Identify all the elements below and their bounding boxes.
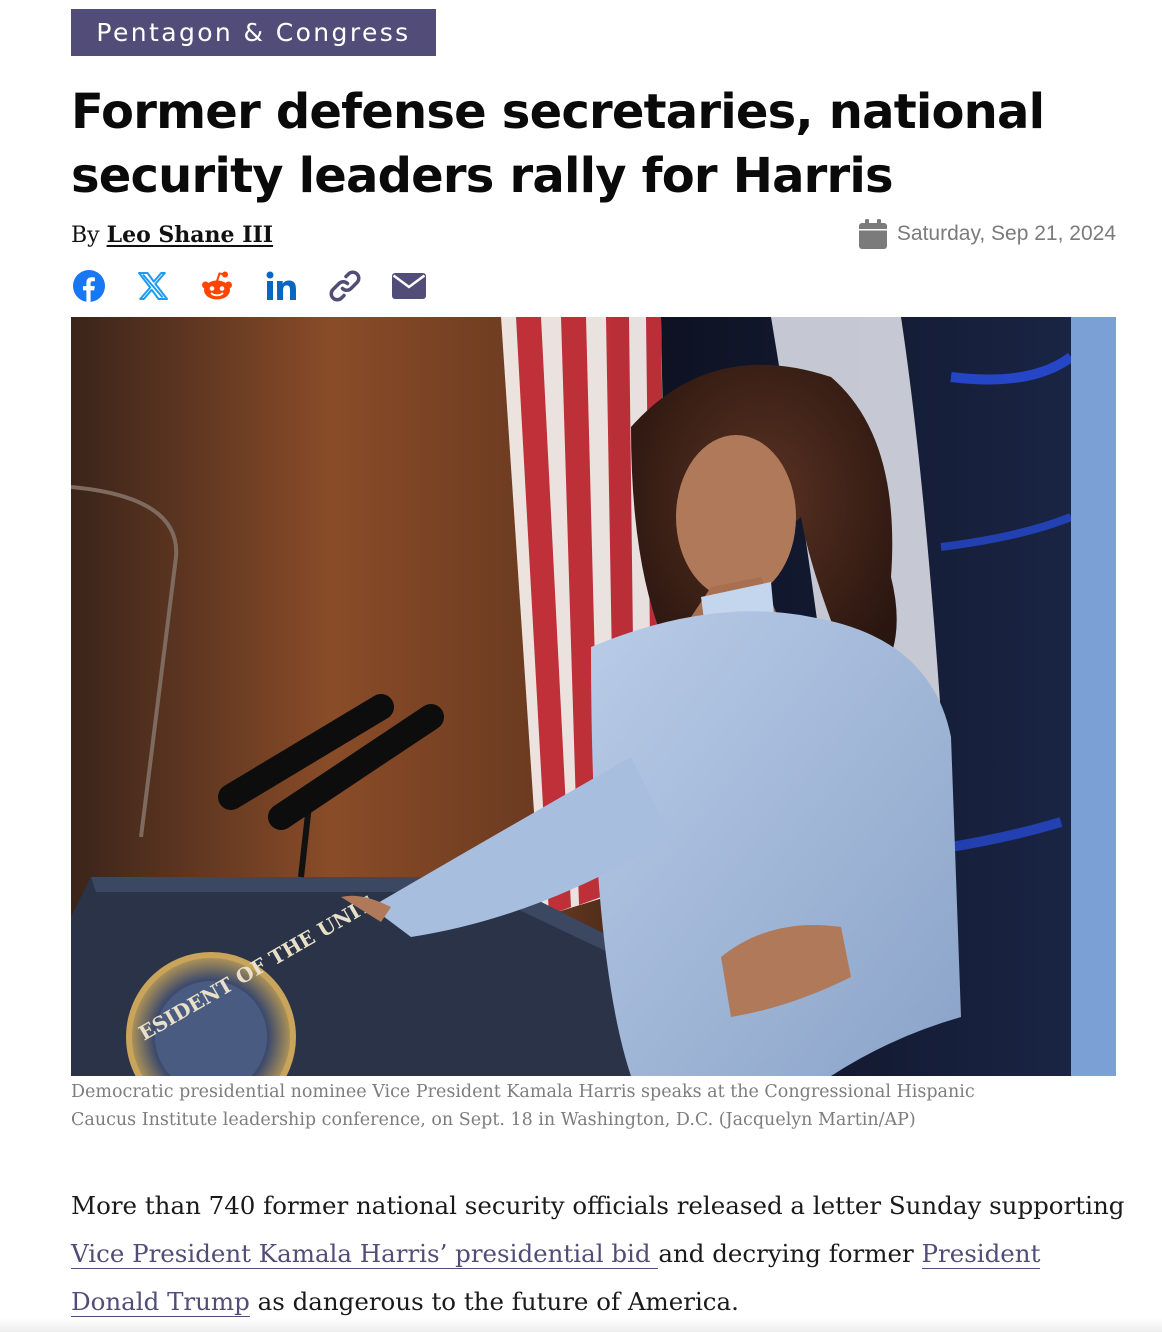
paragraph-text-2: and decrying former — [658, 1239, 922, 1268]
article-headline: Former defense secretaries, national secu… — [71, 80, 1071, 208]
email-icon[interactable] — [391, 268, 427, 304]
caption-line-2: Caucus Institute leadership conference, … — [71, 1110, 916, 1130]
link-icon[interactable] — [327, 268, 363, 304]
harris-bid-link[interactable]: Vice President Kamala Harris’ presidenti… — [71, 1239, 659, 1269]
facebook-icon[interactable] — [71, 268, 107, 304]
byline-prefix: By — [71, 223, 100, 248]
paragraph-text-1: More than 740 former national security o… — [71, 1191, 1125, 1220]
author-link[interactable]: Leo Shane III — [107, 222, 273, 248]
linkedin-icon[interactable] — [263, 268, 299, 304]
article-paragraph: More than 740 former national security o… — [71, 1182, 1131, 1326]
section-tag[interactable]: Pentagon & Congress — [71, 9, 436, 56]
photo-caption: Democratic presidential nominee Vice Pre… — [71, 1078, 1131, 1134]
article-photo: ESIDENT OF THE UNIT — [71, 317, 1116, 1076]
share-bar — [71, 268, 455, 304]
headline-line-2: security leaders rally for Harris — [71, 148, 894, 204]
publish-date: Saturday, Sep 21, 2024 — [858, 219, 1116, 249]
x-icon[interactable] — [135, 268, 171, 304]
byline: By Leo Shane III — [71, 222, 273, 248]
calendar-icon — [858, 219, 887, 249]
reddit-icon[interactable] — [199, 268, 235, 304]
date-text: Saturday, Sep 21, 2024 — [896, 222, 1116, 245]
headline-line-1: Former defense secretaries, national — [71, 84, 1045, 140]
bottom-fade — [0, 1318, 1162, 1332]
caption-line-1: Democratic presidential nominee Vice Pre… — [71, 1082, 975, 1102]
paragraph-text-3: as dangerous to the future of America. — [249, 1287, 739, 1316]
